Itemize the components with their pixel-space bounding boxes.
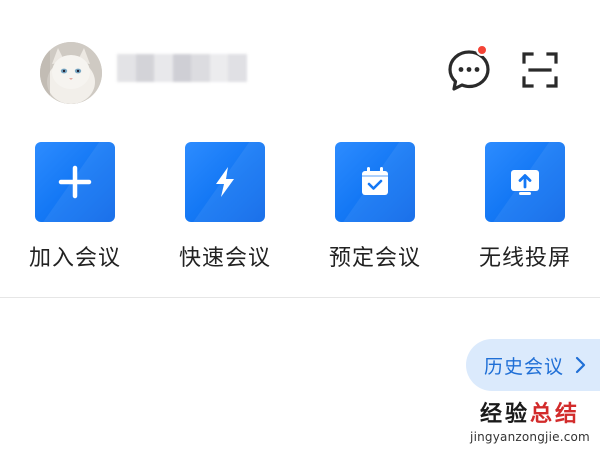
watermark-url: jingyanzongjie.com (470, 430, 590, 444)
watermark: 经验总结 jingyanzongjie.com (460, 396, 600, 450)
scan-button[interactable] (520, 50, 560, 90)
watermark-title-part1: 经验 (479, 402, 530, 427)
join-meeting-button[interactable]: 加入会议 (15, 142, 135, 272)
watermark-title-part2: 总结 (530, 402, 581, 427)
lightning-icon (216, 167, 234, 197)
history-meetings-button[interactable]: 历史会议 (466, 339, 600, 391)
quick-meeting-button[interactable]: 快速会议 (165, 142, 285, 272)
schedule-meeting-tile (335, 142, 415, 222)
watermark-title: 经验总结 (460, 396, 600, 428)
wireless-screencast-button[interactable]: 无线投屏 (465, 142, 585, 272)
cat-avatar-image (40, 42, 102, 104)
notification-dot (476, 44, 488, 56)
quick-meeting-label: 快速会议 (178, 246, 271, 271)
screen-share-icon (511, 170, 539, 195)
scan-icon (522, 52, 558, 88)
calendar-check-icon (362, 167, 388, 195)
wireless-screencast-label: 无线投屏 (478, 246, 571, 271)
wireless-screencast-tile (485, 142, 565, 222)
history-meetings-label: 历史会议 (484, 355, 565, 378)
plus-icon (58, 165, 92, 199)
avatar[interactable] (40, 42, 102, 104)
join-meeting-tile (35, 142, 115, 222)
username-redacted (117, 54, 248, 82)
divider (0, 297, 600, 298)
schedule-meeting-label: 预定会议 (328, 246, 421, 271)
join-meeting-label: 加入会议 (28, 246, 121, 271)
chevron-right-icon (575, 356, 586, 374)
quick-meeting-tile (185, 142, 265, 222)
schedule-meeting-button[interactable]: 预定会议 (315, 142, 435, 272)
